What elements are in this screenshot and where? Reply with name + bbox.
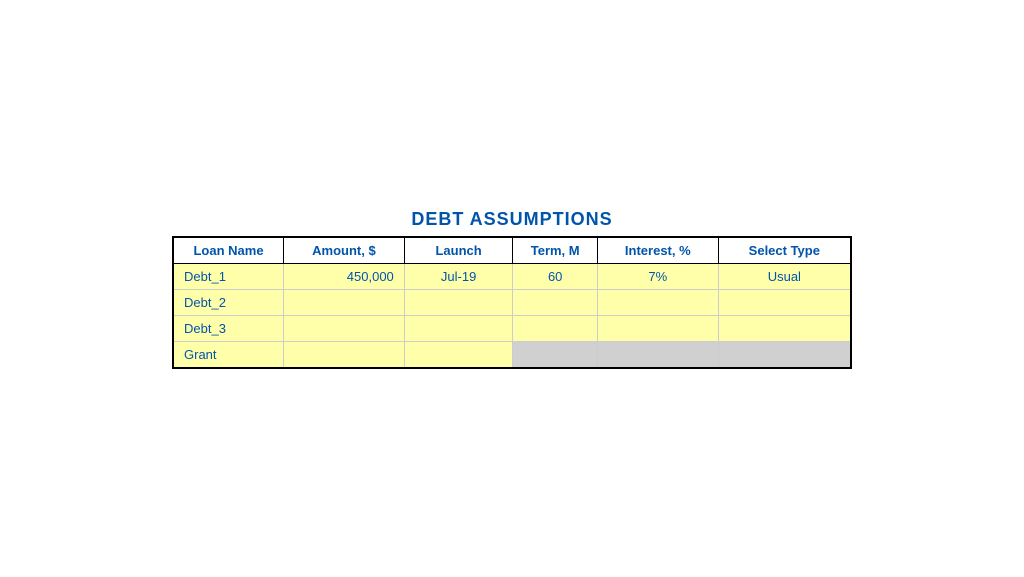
cell-select_type[interactable]: Usual	[718, 263, 851, 289]
cell-amount[interactable]	[284, 289, 405, 315]
cell-amount[interactable]	[284, 315, 405, 341]
debt-table: Loan Name Amount, $ Launch Term, M Inter…	[172, 236, 852, 369]
cell-launch[interactable]	[404, 315, 513, 341]
table-row: Debt_1450,000Jul-19607%Usual	[173, 263, 851, 289]
cell-select_type[interactable]	[718, 341, 851, 368]
cell-amount[interactable]: 450,000	[284, 263, 405, 289]
cell-term[interactable]	[513, 289, 598, 315]
cell-loan_name[interactable]: Debt_2	[173, 289, 284, 315]
table-row: Debt_2	[173, 289, 851, 315]
header-row: Loan Name Amount, $ Launch Term, M Inter…	[173, 237, 851, 264]
cell-launch[interactable]	[404, 289, 513, 315]
page-container: DEBT ASSUMPTIONS Loan Name Amount, $ Lau…	[0, 0, 1024, 577]
cell-select_type[interactable]	[718, 289, 851, 315]
cell-launch[interactable]: Jul-19	[404, 263, 513, 289]
table-body: Debt_1450,000Jul-19607%UsualDebt_2Debt_3…	[173, 263, 851, 368]
header-launch: Launch	[404, 237, 513, 264]
cell-loan_name[interactable]: Grant	[173, 341, 284, 368]
header-amount: Amount, $	[284, 237, 405, 264]
cell-loan_name[interactable]: Debt_3	[173, 315, 284, 341]
cell-amount[interactable]	[284, 341, 405, 368]
table-row: Debt_3	[173, 315, 851, 341]
cell-term[interactable]	[513, 341, 598, 368]
cell-term[interactable]	[513, 315, 598, 341]
header-term: Term, M	[513, 237, 598, 264]
cell-interest[interactable]: 7%	[597, 263, 718, 289]
cell-interest[interactable]	[597, 289, 718, 315]
cell-loan_name[interactable]: Debt_1	[173, 263, 284, 289]
cell-launch[interactable]	[404, 341, 513, 368]
header-loan-name: Loan Name	[173, 237, 284, 264]
cell-interest[interactable]	[597, 341, 718, 368]
table-title: DEBT ASSUMPTIONS	[411, 209, 612, 230]
header-select-type: Select Type	[718, 237, 851, 264]
cell-term[interactable]: 60	[513, 263, 598, 289]
table-row: Grant	[173, 341, 851, 368]
header-interest: Interest, %	[597, 237, 718, 264]
cell-select_type[interactable]	[718, 315, 851, 341]
cell-interest[interactable]	[597, 315, 718, 341]
